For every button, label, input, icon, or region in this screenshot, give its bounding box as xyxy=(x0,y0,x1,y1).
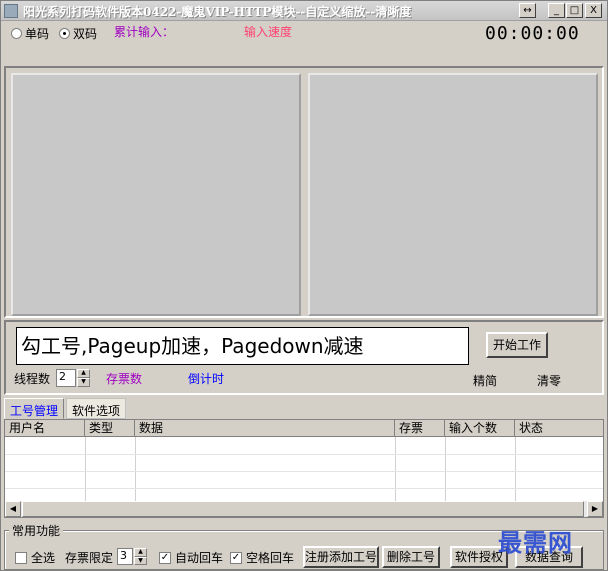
threads-label: 线程数 xyxy=(14,372,51,386)
ticket-limit-label: 存票限定 xyxy=(65,551,114,565)
check-mark-icon[interactable]: ✓ xyxy=(159,551,171,564)
tab-software-options[interactable]: 软件选项 xyxy=(66,398,127,419)
grid-line xyxy=(5,471,603,472)
simplified-label[interactable]: 精简 xyxy=(473,372,497,389)
threads-spinner[interactable]: ▲ ▼ xyxy=(77,369,90,387)
register-add-account-button[interactable]: 注册添加工号 xyxy=(303,546,379,568)
account-table[interactable]: 用户名 类型 数据 存票 输入个数 状态 ◀ ▶ xyxy=(4,419,604,518)
captcha-panel xyxy=(4,66,604,318)
radio-double[interactable]: 双码 xyxy=(59,25,97,42)
clear-label[interactable]: 清零 xyxy=(537,372,561,389)
window-title: 阳光系列打码软件版本0422-魔鬼VIP-HTTP模块--自定义缩放--清晰度 xyxy=(23,5,412,19)
horizontal-scrollbar[interactable]: ◀ ▶ xyxy=(5,501,603,517)
main-window: 阳光系列打码软件版本0422-魔鬼VIP-HTTP模块--自定义缩放--清晰度 … xyxy=(0,0,608,571)
delete-account-button[interactable]: 删除工号 xyxy=(382,546,440,568)
radio-single-indicator[interactable] xyxy=(11,28,22,39)
auto-enter-label: 自动回车 xyxy=(175,551,224,565)
column-header-data[interactable]: 数据 xyxy=(135,420,395,437)
threads-input[interactable]: 2 xyxy=(56,369,76,387)
grid-line xyxy=(515,437,516,501)
maximize-button[interactable]: □ xyxy=(566,3,583,18)
radio-double-indicator[interactable] xyxy=(59,28,70,39)
common-functions-title: 常用功能 xyxy=(9,522,64,539)
ticket-limit-spinner[interactable]: ▲ ▼ xyxy=(134,548,147,565)
title-bar[interactable]: 阳光系列打码软件版本0422-魔鬼VIP-HTTP模块--自定义缩放--清晰度 … xyxy=(1,1,607,21)
spin-down-icon[interactable]: ▼ xyxy=(77,378,90,387)
watermark-logo: 最需网 xyxy=(498,528,573,557)
space-enter-checkbox[interactable]: ✓ 空格回车 xyxy=(230,549,294,566)
scroll-left-icon[interactable]: ◀ xyxy=(5,501,21,517)
resize-button[interactable]: ↔ xyxy=(519,3,536,18)
captcha-image-left xyxy=(11,73,301,316)
spin-up-icon[interactable]: ▲ xyxy=(134,548,147,557)
column-header-status[interactable]: 状态 xyxy=(515,420,603,437)
scroll-right-icon[interactable]: ▶ xyxy=(587,501,603,517)
spin-down-icon[interactable]: ▼ xyxy=(134,556,147,565)
start-work-button[interactable]: 开始工作 xyxy=(486,332,548,358)
ticket-limit-input[interactable]: 3 xyxy=(117,548,133,565)
column-header-type[interactable]: 类型 xyxy=(85,420,135,437)
radio-double-label: 双码 xyxy=(73,27,98,41)
tickets-count-label: 存票数 xyxy=(106,372,143,386)
select-all-checkbox[interactable]: 全选 xyxy=(15,549,55,566)
close-button[interactable]: X xyxy=(585,3,602,18)
work-group: 勾工号,Pageup加速，Pagedown减速 开始工作 线程数 2 ▲ ▼ 存… xyxy=(4,320,604,395)
timer-display: 00:00:00 xyxy=(485,23,580,44)
tab-account-management[interactable]: 工号管理 xyxy=(4,398,65,419)
radio-single-label: 单码 xyxy=(25,27,50,41)
app-icon xyxy=(4,4,18,18)
column-header-tickets[interactable]: 存票 xyxy=(395,420,445,437)
captcha-image-right xyxy=(308,73,598,316)
check-mark-icon[interactable]: ✓ xyxy=(230,551,242,564)
radio-single[interactable]: 单码 xyxy=(11,25,49,42)
auto-enter-checkbox[interactable]: ✓ 自动回车 xyxy=(159,549,223,566)
column-header-input-count[interactable]: 输入个数 xyxy=(445,420,515,437)
select-all-box[interactable] xyxy=(15,551,27,564)
countdown-label: 倒计时 xyxy=(188,372,225,386)
grid-line xyxy=(395,437,396,501)
column-header-username[interactable]: 用户名 xyxy=(5,420,85,437)
grid-line xyxy=(5,454,603,455)
grid-line xyxy=(135,437,136,501)
space-enter-label: 空格回车 xyxy=(246,551,295,565)
minimize-button[interactable]: _ xyxy=(548,3,565,18)
grid-line xyxy=(445,437,446,501)
grid-line xyxy=(85,437,86,501)
select-all-label: 全选 xyxy=(31,551,56,565)
spin-up-icon[interactable]: ▲ xyxy=(77,369,90,378)
hint-input[interactable]: 勾工号,Pageup加速，Pagedown减速 xyxy=(16,327,469,365)
cumulative-input-label: 累计输入： xyxy=(114,25,175,39)
grid-line xyxy=(5,488,603,489)
input-speed-label: 输入速度 xyxy=(244,25,293,39)
scroll-thumb[interactable] xyxy=(22,501,584,517)
